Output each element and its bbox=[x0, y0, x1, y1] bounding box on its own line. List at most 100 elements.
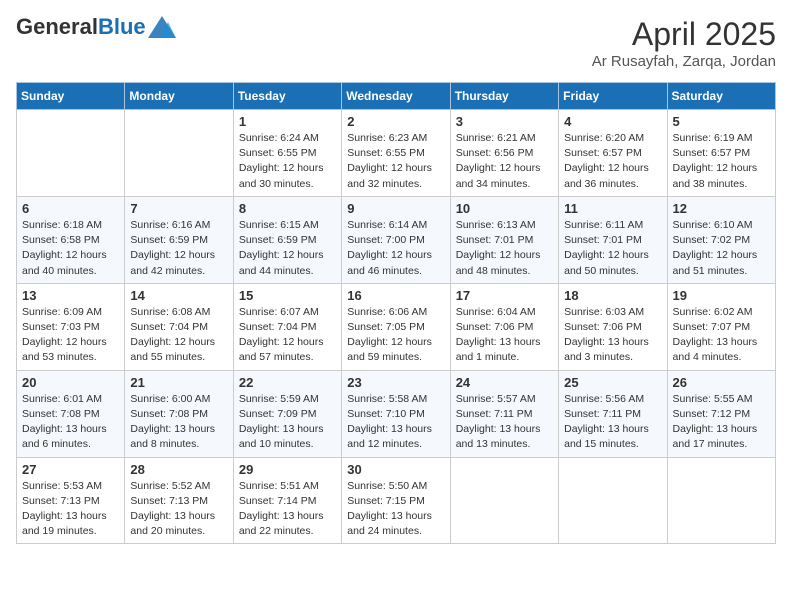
day-info: Sunrise: 6:02 AM Sunset: 7:07 PM Dayligh… bbox=[673, 305, 770, 366]
weekday-header-tuesday: Tuesday bbox=[233, 83, 341, 110]
calendar-header-row: SundayMondayTuesdayWednesdayThursdayFrid… bbox=[17, 83, 776, 110]
day-number: 24 bbox=[456, 375, 553, 390]
logo-icon bbox=[148, 16, 176, 38]
day-info: Sunrise: 6:00 AM Sunset: 7:08 PM Dayligh… bbox=[130, 392, 227, 453]
calendar-cell: 25 Sunrise: 5:56 AM Sunset: 7:11 PM Dayli… bbox=[559, 370, 667, 457]
calendar-cell: 1Sunrise: 6:24 AM Sunset: 6:55 PM Daylig… bbox=[233, 110, 341, 197]
calendar-cell: 14 Sunrise: 6:08 AM Sunset: 7:04 PM Dayli… bbox=[125, 283, 233, 370]
calendar-cell: 17 Sunrise: 6:04 AM Sunset: 7:06 PM Dayli… bbox=[450, 283, 558, 370]
day-info: Sunrise: 5:51 AM Sunset: 7:14 PM Dayligh… bbox=[239, 479, 336, 540]
calendar-week-row: 13 Sunrise: 6:09 AM Sunset: 7:03 PM Dayli… bbox=[17, 283, 776, 370]
calendar-cell: 11Sunrise: 6:11 AM Sunset: 7:01 PM Dayli… bbox=[559, 196, 667, 283]
calendar-cell: 4 Sunrise: 6:20 AM Sunset: 6:57 PM Daylig… bbox=[559, 110, 667, 197]
calendar-cell: 7 Sunrise: 6:16 AM Sunset: 6:59 PM Daylig… bbox=[125, 196, 233, 283]
day-info: Sunrise: 6:15 AM Sunset: 6:59 PM Dayligh… bbox=[239, 218, 336, 279]
calendar-cell: 29 Sunrise: 5:51 AM Sunset: 7:14 PM Dayli… bbox=[233, 457, 341, 544]
day-number: 20 bbox=[22, 375, 119, 390]
calendar-cell: 13 Sunrise: 6:09 AM Sunset: 7:03 PM Dayli… bbox=[17, 283, 125, 370]
calendar-cell: 2Sunrise: 6:23 AM Sunset: 6:55 PM Daylig… bbox=[342, 110, 450, 197]
day-number: 6 bbox=[22, 201, 119, 216]
day-info: Sunrise: 6:09 AM Sunset: 7:03 PM Dayligh… bbox=[22, 305, 119, 366]
day-number: 23 bbox=[347, 375, 444, 390]
day-number: 13 bbox=[22, 288, 119, 303]
day-number: 9 bbox=[347, 201, 444, 216]
calendar-week-row: 6 Sunrise: 6:18 AM Sunset: 6:58 PM Daylig… bbox=[17, 196, 776, 283]
calendar-cell: 30Sunrise: 5:50 AM Sunset: 7:15 PM Dayli… bbox=[342, 457, 450, 544]
calendar-cell: 12 Sunrise: 6:10 AM Sunset: 7:02 PM Dayli… bbox=[667, 196, 775, 283]
calendar-cell: 16 Sunrise: 6:06 AM Sunset: 7:05 PM Dayli… bbox=[342, 283, 450, 370]
day-number: 15 bbox=[239, 288, 336, 303]
day-number: 5 bbox=[673, 114, 770, 129]
month-title: April 2025 bbox=[592, 16, 776, 53]
day-info: Sunrise: 6:21 AM Sunset: 6:56 PM Dayligh… bbox=[456, 131, 553, 192]
calendar-cell: 15Sunrise: 6:07 AM Sunset: 7:04 PM Dayli… bbox=[233, 283, 341, 370]
day-info: Sunrise: 6:10 AM Sunset: 7:02 PM Dayligh… bbox=[673, 218, 770, 279]
day-info: Sunrise: 6:01 AM Sunset: 7:08 PM Dayligh… bbox=[22, 392, 119, 453]
calendar-cell: 20 Sunrise: 6:01 AM Sunset: 7:08 PM Dayli… bbox=[17, 370, 125, 457]
day-info: Sunrise: 5:52 AM Sunset: 7:13 PM Dayligh… bbox=[130, 479, 227, 540]
calendar-week-row: 27 Sunrise: 5:53 AM Sunset: 7:13 PM Dayli… bbox=[17, 457, 776, 544]
location: Ar Rusayfah, Zarqa, Jordan bbox=[592, 53, 776, 70]
day-info: Sunrise: 6:16 AM Sunset: 6:59 PM Dayligh… bbox=[130, 218, 227, 279]
calendar-cell: 28 Sunrise: 5:52 AM Sunset: 7:13 PM Dayli… bbox=[125, 457, 233, 544]
title-block: April 2025 Ar Rusayfah, Zarqa, Jordan bbox=[592, 16, 776, 70]
day-number: 7 bbox=[130, 201, 227, 216]
calendar-cell: 3Sunrise: 6:21 AM Sunset: 6:56 PM Daylig… bbox=[450, 110, 558, 197]
day-info: Sunrise: 5:57 AM Sunset: 7:11 PM Dayligh… bbox=[456, 392, 553, 453]
calendar-cell: 24 Sunrise: 5:57 AM Sunset: 7:11 PM Dayli… bbox=[450, 370, 558, 457]
calendar-table: SundayMondayTuesdayWednesdayThursdayFrid… bbox=[16, 82, 776, 544]
day-info: Sunrise: 6:11 AM Sunset: 7:01 PM Dayligh… bbox=[564, 218, 661, 279]
day-info: Sunrise: 5:50 AM Sunset: 7:15 PM Dayligh… bbox=[347, 479, 444, 540]
day-number: 4 bbox=[564, 114, 661, 129]
day-info: Sunrise: 6:14 AM Sunset: 7:00 PM Dayligh… bbox=[347, 218, 444, 279]
calendar-cell: 21 Sunrise: 6:00 AM Sunset: 7:08 PM Dayli… bbox=[125, 370, 233, 457]
day-number: 19 bbox=[673, 288, 770, 303]
calendar-week-row: 20 Sunrise: 6:01 AM Sunset: 7:08 PM Dayli… bbox=[17, 370, 776, 457]
day-info: Sunrise: 6:20 AM Sunset: 6:57 PM Dayligh… bbox=[564, 131, 661, 192]
day-number: 16 bbox=[347, 288, 444, 303]
day-number: 21 bbox=[130, 375, 227, 390]
calendar-cell bbox=[667, 457, 775, 544]
calendar-cell bbox=[559, 457, 667, 544]
day-number: 28 bbox=[130, 462, 227, 477]
day-info: Sunrise: 6:03 AM Sunset: 7:06 PM Dayligh… bbox=[564, 305, 661, 366]
logo-blue-text: Blue bbox=[98, 16, 146, 38]
weekday-header-wednesday: Wednesday bbox=[342, 83, 450, 110]
day-info: Sunrise: 5:58 AM Sunset: 7:10 PM Dayligh… bbox=[347, 392, 444, 453]
weekday-header-sunday: Sunday bbox=[17, 83, 125, 110]
day-number: 12 bbox=[673, 201, 770, 216]
logo-general-text: General bbox=[16, 16, 98, 38]
day-number: 27 bbox=[22, 462, 119, 477]
day-info: Sunrise: 6:24 AM Sunset: 6:55 PM Dayligh… bbox=[239, 131, 336, 192]
calendar-cell: 5 Sunrise: 6:19 AM Sunset: 6:57 PM Daylig… bbox=[667, 110, 775, 197]
day-info: Sunrise: 6:06 AM Sunset: 7:05 PM Dayligh… bbox=[347, 305, 444, 366]
calendar-week-row: 1Sunrise: 6:24 AM Sunset: 6:55 PM Daylig… bbox=[17, 110, 776, 197]
logo: General Blue bbox=[16, 16, 176, 38]
day-info: Sunrise: 6:18 AM Sunset: 6:58 PM Dayligh… bbox=[22, 218, 119, 279]
calendar-cell: 8Sunrise: 6:15 AM Sunset: 6:59 PM Daylig… bbox=[233, 196, 341, 283]
day-number: 10 bbox=[456, 201, 553, 216]
day-number: 2 bbox=[347, 114, 444, 129]
day-number: 29 bbox=[239, 462, 336, 477]
calendar-cell bbox=[450, 457, 558, 544]
day-number: 26 bbox=[673, 375, 770, 390]
day-info: Sunrise: 6:04 AM Sunset: 7:06 PM Dayligh… bbox=[456, 305, 553, 366]
day-info: Sunrise: 5:55 AM Sunset: 7:12 PM Dayligh… bbox=[673, 392, 770, 453]
day-info: Sunrise: 5:59 AM Sunset: 7:09 PM Dayligh… bbox=[239, 392, 336, 453]
page-header: General Blue April 2025 Ar Rusayfah, Zar… bbox=[16, 16, 776, 70]
day-number: 22 bbox=[239, 375, 336, 390]
weekday-header-friday: Friday bbox=[559, 83, 667, 110]
calendar-cell: 18Sunrise: 6:03 AM Sunset: 7:06 PM Dayli… bbox=[559, 283, 667, 370]
day-info: Sunrise: 6:08 AM Sunset: 7:04 PM Dayligh… bbox=[130, 305, 227, 366]
day-info: Sunrise: 5:53 AM Sunset: 7:13 PM Dayligh… bbox=[22, 479, 119, 540]
day-info: Sunrise: 6:19 AM Sunset: 6:57 PM Dayligh… bbox=[673, 131, 770, 192]
day-number: 25 bbox=[564, 375, 661, 390]
day-number: 14 bbox=[130, 288, 227, 303]
calendar-cell: 23 Sunrise: 5:58 AM Sunset: 7:10 PM Dayli… bbox=[342, 370, 450, 457]
day-number: 17 bbox=[456, 288, 553, 303]
calendar-cell bbox=[125, 110, 233, 197]
calendar-cell: 10Sunrise: 6:13 AM Sunset: 7:01 PM Dayli… bbox=[450, 196, 558, 283]
weekday-header-thursday: Thursday bbox=[450, 83, 558, 110]
calendar-cell bbox=[17, 110, 125, 197]
day-info: Sunrise: 5:56 AM Sunset: 7:11 PM Dayligh… bbox=[564, 392, 661, 453]
